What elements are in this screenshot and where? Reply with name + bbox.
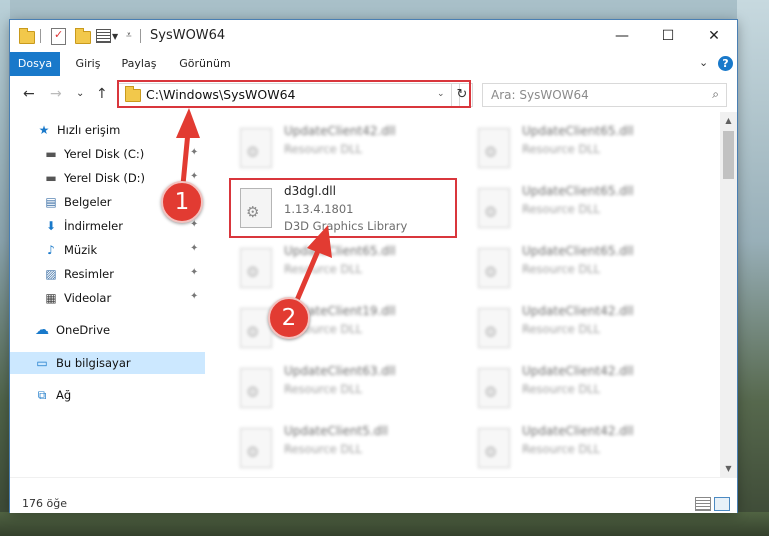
step-2-badge: 2 [268,297,310,339]
step-1-badge: 1 [161,181,203,223]
annotation-arrows [176,108,332,315]
